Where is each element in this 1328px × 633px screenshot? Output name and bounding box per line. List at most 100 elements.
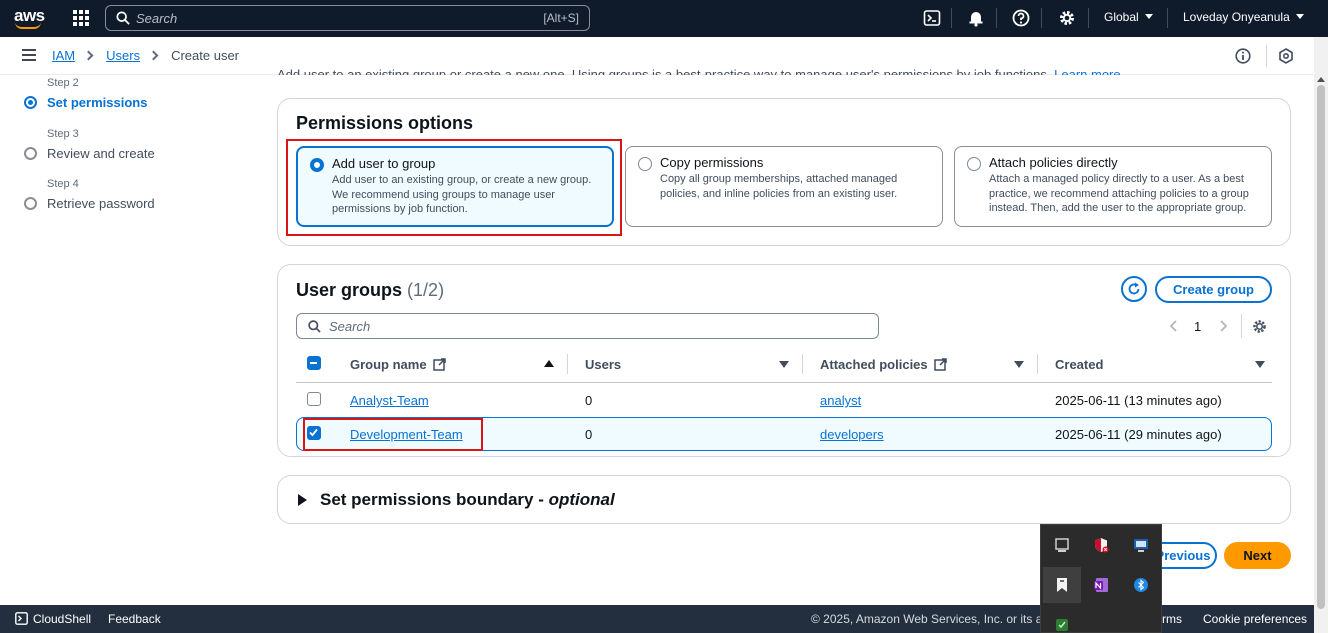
policy-cell: developers xyxy=(820,427,884,442)
copyright-text: © 2025, Amazon Web Services, Inc. or its… xyxy=(811,612,1057,626)
chevron-down-icon xyxy=(1295,14,1304,19)
terms-link[interactable]: rms xyxy=(1162,612,1182,626)
bookmark-app-icon[interactable] xyxy=(1054,577,1070,593)
monitor-app-icon[interactable] xyxy=(1054,537,1070,553)
search-placeholder: Search xyxy=(329,319,371,334)
onenote-icon[interactable] xyxy=(1093,577,1109,593)
step-title-review-and-create: Review and create xyxy=(47,146,155,161)
aws-logo[interactable]: aws xyxy=(14,6,46,30)
option-description: Attach a managed policy directly to a us… xyxy=(989,173,1249,214)
intro-text-container: Add user to an existing group or create … xyxy=(277,63,1277,75)
step-title-retrieve-password: Retrieve password xyxy=(47,196,155,211)
account-menu[interactable]: Loveday Onyeanula xyxy=(1183,10,1304,24)
feedback-link[interactable]: Feedback xyxy=(108,612,161,626)
caret-right-icon[interactable] xyxy=(298,494,307,506)
option-title: Attach policies directly xyxy=(989,155,1118,170)
info-icon[interactable] xyxy=(1235,48,1251,64)
highlight-box xyxy=(286,139,622,236)
step-label: Step 3 xyxy=(47,128,79,140)
step-label: Step 2 xyxy=(47,77,79,89)
search-icon xyxy=(308,320,321,333)
sort-icon[interactable] xyxy=(779,361,789,368)
option-attach-policies-directly[interactable]: Attach policies directly Attach a manage… xyxy=(954,146,1272,227)
user-groups-heading: User groups (1/2) xyxy=(296,280,444,301)
column-header-group-name[interactable]: Group name xyxy=(350,357,446,372)
select-all-checkbox[interactable] xyxy=(307,356,321,370)
groups-search-input[interactable]: Search xyxy=(296,313,879,339)
option-copy-permissions[interactable]: Copy permissions Copy all group membersh… xyxy=(625,146,943,227)
top-navigation: aws Search [Alt+S] Global Loveday Onyean… xyxy=(0,0,1328,37)
step-indicator xyxy=(24,197,37,210)
chevron-down-icon xyxy=(1144,14,1153,19)
system-tray-overflow xyxy=(1040,524,1162,633)
hexagon-settings-icon[interactable] xyxy=(1278,48,1294,64)
row-checkbox[interactable] xyxy=(307,392,321,406)
sort-icon[interactable] xyxy=(1255,361,1265,368)
cookie-preferences-link[interactable]: Cookie preferences xyxy=(1203,612,1307,626)
users-cell: 0 xyxy=(585,427,593,442)
group-name-cell: Analyst-Team xyxy=(350,393,429,408)
user-groups-title: User groups xyxy=(296,280,403,300)
column-header-created[interactable]: Created xyxy=(1055,357,1103,372)
search-icon xyxy=(116,11,130,25)
settings-gear-icon[interactable] xyxy=(1058,9,1076,27)
column-header-users[interactable]: Users xyxy=(585,357,621,372)
scrollbar-thumb[interactable] xyxy=(1317,85,1325,609)
intro-text: Add user to an existing group or create … xyxy=(277,67,1051,75)
policy-link-developers[interactable]: developers xyxy=(820,427,884,442)
search-placeholder: Search xyxy=(136,11,178,26)
remote-desktop-icon[interactable] xyxy=(1133,537,1149,553)
chevron-right-icon xyxy=(83,50,94,61)
app-tray-icon[interactable] xyxy=(1054,617,1070,633)
search-shortcut: [Alt+S] xyxy=(543,11,579,25)
breadcrumb: IAM Users Create user xyxy=(52,48,239,63)
cloudshell-icon[interactable] xyxy=(923,9,941,27)
refresh-button[interactable] xyxy=(1121,276,1147,302)
breadcrumb-iam[interactable]: IAM xyxy=(52,48,75,63)
created-cell: 2025-06-11 (13 minutes ago) xyxy=(1055,393,1222,408)
radio-copy-permissions[interactable] xyxy=(638,157,652,171)
breadcrumb-users[interactable]: Users xyxy=(106,48,140,63)
learn-more-link[interactable]: Learn more xyxy=(1054,67,1120,75)
radio-attach-policies-directly[interactable] xyxy=(967,157,981,171)
option-description: Copy all group memberships, attached man… xyxy=(660,173,898,200)
global-search-input[interactable]: Search [Alt+S] xyxy=(105,5,590,31)
users-cell: 0 xyxy=(585,393,593,408)
services-grid-icon[interactable] xyxy=(73,10,89,26)
sort-ascending-icon[interactable] xyxy=(544,360,554,367)
chevron-right-icon xyxy=(148,50,159,61)
scroll-up-arrow-icon[interactable] xyxy=(1317,77,1325,82)
policy-link-analyst[interactable]: analyst xyxy=(820,393,861,408)
external-link-icon xyxy=(934,358,948,371)
created-cell: 2025-06-11 (29 minutes ago) xyxy=(1055,427,1222,442)
next-button[interactable]: Next xyxy=(1224,542,1291,569)
external-link-icon xyxy=(433,358,446,371)
permissions-boundary-title: Set permissions boundary - optional xyxy=(320,490,615,509)
security-shield-icon[interactable] xyxy=(1093,537,1109,553)
previous-page-icon[interactable] xyxy=(1169,320,1179,332)
region-selector[interactable]: Global xyxy=(1104,10,1153,24)
cloudshell-link[interactable]: CloudShell xyxy=(33,612,91,626)
create-group-button[interactable]: Create group xyxy=(1155,276,1272,303)
help-icon[interactable] xyxy=(1012,9,1030,27)
permissions-options-heading: Permissions options xyxy=(296,113,474,133)
page-number[interactable]: 1 xyxy=(1194,319,1201,334)
bluetooth-icon[interactable] xyxy=(1133,577,1149,593)
next-page-icon[interactable] xyxy=(1218,320,1228,332)
option-title: Copy permissions xyxy=(660,155,764,170)
menu-icon[interactable] xyxy=(22,49,36,61)
table-settings-gear-icon[interactable] xyxy=(1252,319,1267,334)
step-indicator xyxy=(24,147,37,160)
step-label: Step 4 xyxy=(47,178,79,190)
step-indicator-active xyxy=(24,96,37,109)
cloudshell-icon[interactable] xyxy=(15,612,28,625)
sort-icon[interactable] xyxy=(1014,361,1024,368)
column-header-attached-policies[interactable]: Attached policies xyxy=(820,357,948,372)
notifications-bell-icon[interactable] xyxy=(967,9,985,27)
highlight-box xyxy=(303,418,483,451)
refresh-icon xyxy=(1128,282,1140,295)
group-link-analyst-team[interactable]: Analyst-Team xyxy=(350,393,429,408)
user-groups-count: (1/2) xyxy=(407,280,445,300)
step-title-set-permissions: Set permissions xyxy=(47,95,148,110)
breadcrumb-current: Create user xyxy=(171,48,239,63)
